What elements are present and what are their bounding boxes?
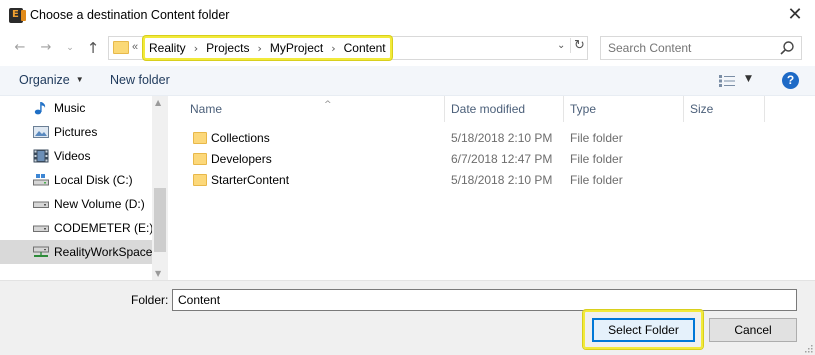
table-row[interactable]: Developers 6/7/2018 12:47 PM File folder: [170, 149, 815, 170]
new-folder-button[interactable]: New folder: [110, 73, 170, 87]
address-dropdown-icon[interactable]: ⌄: [557, 40, 565, 51]
search-icon[interactable]: [779, 40, 795, 56]
sidebar-item-music[interactable]: Music: [0, 96, 152, 120]
file-name: StarterContent: [211, 173, 290, 187]
resize-grip-icon[interactable]: [803, 343, 813, 353]
navigation-scrollbar[interactable]: ▲ ▼: [152, 96, 168, 280]
file-name: Collections: [211, 131, 270, 145]
app-icon: E: [9, 8, 26, 23]
breadcrumb-separator-icon[interactable]: ›: [194, 42, 198, 55]
folder-label: Folder:: [131, 293, 169, 307]
command-bar: Organize ▼ New folder ▼ ?: [0, 66, 815, 96]
close-icon[interactable]: ✕: [783, 4, 807, 26]
refresh-icon[interactable]: ↻: [570, 38, 588, 53]
table-row[interactable]: Collections 5/18/2018 2:10 PM File folde…: [170, 128, 815, 149]
column-header-type[interactable]: Type: [564, 96, 684, 122]
breadcrumb-item-myproject[interactable]: MyProject: [270, 41, 323, 55]
column-header-name[interactable]: Name ^: [184, 96, 445, 122]
folder-icon: [113, 41, 129, 54]
sidebar-item-label: Local Disk (C:): [54, 173, 133, 187]
chevron-down-icon: ▼: [75, 75, 84, 84]
breadcrumb-separator-icon[interactable]: ›: [331, 42, 335, 55]
sidebar-item-realityworkspace[interactable]: RealityWorkSpace: [0, 240, 152, 264]
videos-icon: [33, 149, 49, 163]
folder-icon: [193, 174, 207, 186]
file-date: 6/7/2018 12:47 PM: [451, 152, 553, 166]
sidebar-item-label: Music: [54, 101, 86, 115]
breadcrumb-item-content[interactable]: Content: [344, 41, 386, 55]
folder-icon: [193, 153, 207, 165]
file-name: Developers: [211, 152, 272, 166]
app-icon-letter: E: [12, 9, 19, 20]
view-options-icon[interactable]: [719, 75, 735, 87]
sort-ascending-icon: ^: [324, 100, 332, 110]
column-header-label: Name: [190, 102, 223, 116]
view-dropdown-icon[interactable]: ▼: [745, 74, 752, 84]
organize-label: Organize: [19, 73, 70, 87]
music-icon: [34, 102, 46, 115]
file-type: File folder: [570, 131, 623, 145]
sidebar-item-label: RealityWorkSpace: [54, 245, 153, 259]
sidebar-item-label: CODEMETER (E:): [54, 221, 154, 235]
scroll-up-icon[interactable]: ▲: [155, 98, 161, 107]
sidebar-item-pictures[interactable]: Pictures: [0, 120, 152, 144]
scroll-down-icon[interactable]: ▼: [155, 269, 161, 278]
search-box[interactable]: [600, 36, 802, 60]
network-drive-icon: [33, 246, 49, 257]
file-list: Name ^ Date modified Type Size Collectio…: [170, 96, 815, 280]
sidebar-item-label: Pictures: [54, 125, 98, 139]
forward-arrow-icon[interactable]: →: [38, 38, 54, 58]
table-row[interactable]: StarterContent 5/18/2018 2:10 PM File fo…: [170, 170, 815, 191]
select-folder-button[interactable]: Select Folder: [592, 318, 695, 342]
dialog-footer: Folder: Select Folder Cancel: [0, 280, 815, 355]
local-disk-icon: [33, 174, 49, 186]
file-date: 5/18/2018 2:10 PM: [451, 173, 553, 187]
drive-icon: [33, 201, 49, 208]
window-title: Choose a destination Content folder: [30, 8, 230, 22]
breadcrumb-separator-icon[interactable]: ›: [257, 42, 261, 55]
column-header-size[interactable]: Size: [684, 96, 765, 122]
address-row: ← → ⌄ ↑ « Reality › Projects › MyProject…: [0, 32, 815, 64]
folder-icon: [193, 132, 207, 144]
overflow-chevron-icon[interactable]: «: [132, 41, 138, 53]
breadcrumb-item-projects[interactable]: Projects: [206, 41, 249, 55]
recent-locations-dropdown-icon[interactable]: ⌄: [64, 38, 76, 58]
sidebar-item-new-volume[interactable]: New Volume (D:): [0, 192, 152, 216]
column-header-date[interactable]: Date modified: [445, 96, 564, 122]
file-date: 5/18/2018 2:10 PM: [451, 131, 553, 145]
sidebar-item-codemeter[interactable]: CODEMETER (E:): [0, 216, 154, 240]
file-type: File folder: [570, 173, 623, 187]
sidebar-item-label: Videos: [54, 149, 91, 163]
drive-icon: [33, 225, 49, 232]
help-icon[interactable]: ?: [782, 72, 799, 89]
cancel-button[interactable]: Cancel: [709, 318, 797, 342]
pictures-icon: [33, 126, 49, 138]
breadcrumb: Reality › Projects › MyProject › Content: [143, 36, 392, 60]
file-type: File folder: [570, 152, 623, 166]
address-bar[interactable]: « Reality › Projects › MyProject › Conte…: [108, 36, 588, 60]
organize-menu-button[interactable]: Organize ▼: [19, 73, 84, 87]
folder-name-input[interactable]: [172, 289, 797, 311]
up-arrow-icon[interactable]: ↑: [84, 38, 102, 58]
navigation-pane: Music Pictures Videos Local Disk (C:) Ne…: [0, 96, 168, 280]
breadcrumb-item-reality[interactable]: Reality: [149, 41, 186, 55]
sidebar-item-local-disk[interactable]: Local Disk (C:): [0, 168, 152, 192]
sidebar-item-videos[interactable]: Videos: [0, 144, 152, 168]
search-input[interactable]: [608, 41, 768, 55]
scrollbar-thumb[interactable]: [154, 188, 166, 252]
title-bar: E Choose a destination Content folder ✕: [0, 0, 815, 32]
back-arrow-icon[interactable]: ←: [12, 38, 28, 58]
sidebar-item-label: New Volume (D:): [54, 197, 145, 211]
